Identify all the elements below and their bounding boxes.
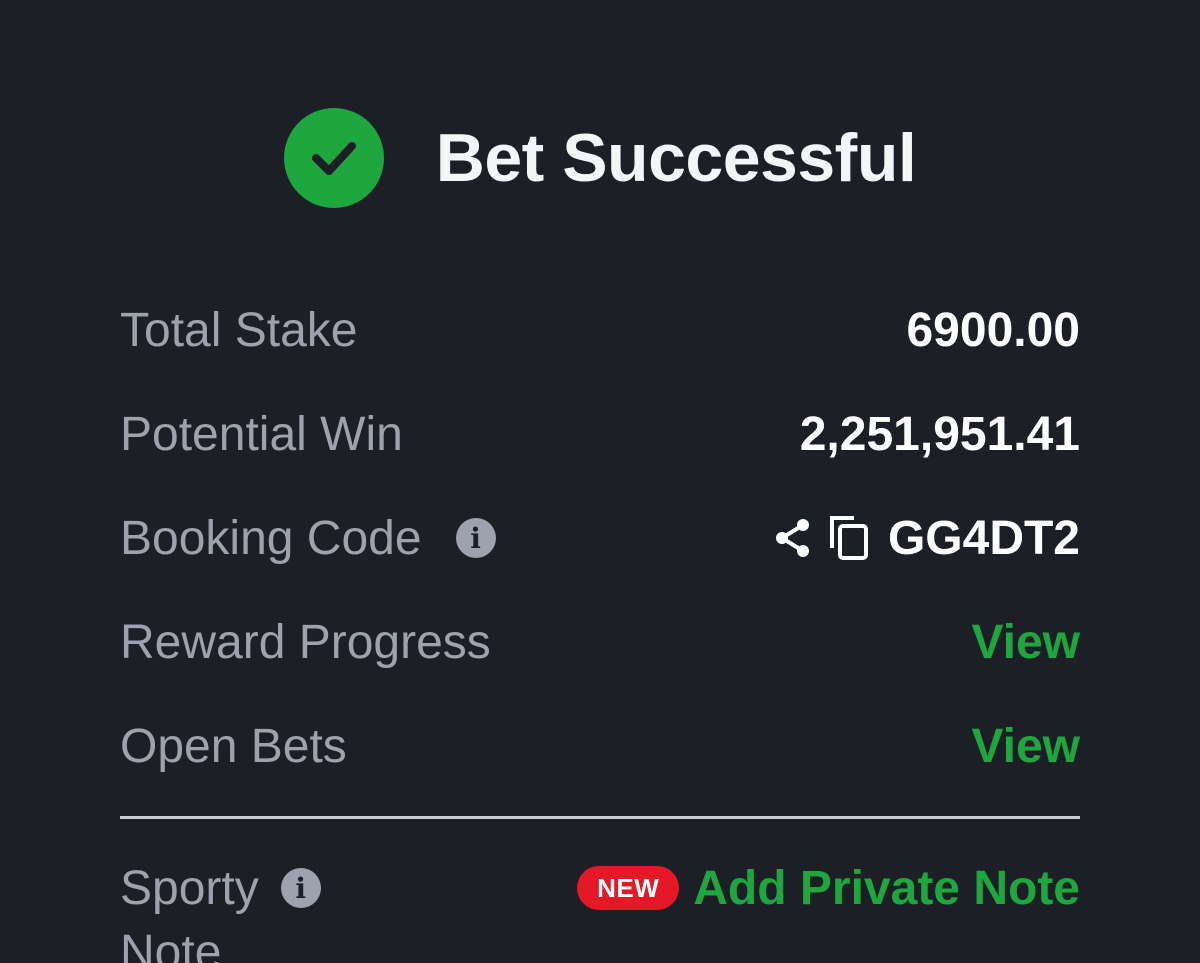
add-private-note-link[interactable]: Add Private Note: [693, 861, 1080, 916]
reward-progress-label: Reward Progress: [120, 615, 491, 669]
check-circle-icon: [283, 108, 384, 208]
potential-win-row: Potential Win 2,251,951.41: [120, 394, 1080, 474]
sporty-note-row: Sporty i NEW Add Private Note: [120, 848, 1080, 928]
total-stake-value: 6900.00: [906, 303, 1080, 357]
booking-code-row: Booking Code i GG4DT2: [120, 498, 1080, 578]
potential-win-value: 2,251,951.41: [799, 407, 1080, 461]
info-icon[interactable]: i: [280, 868, 321, 908]
reward-progress-row: Reward Progress View: [120, 602, 1080, 682]
info-icon[interactable]: i: [455, 518, 496, 558]
sporty-note-label-line2: Note: [120, 926, 222, 963]
total-stake-row: Total Stake 6900.00: [120, 290, 1080, 370]
open-bets-label: Open Bets: [120, 719, 347, 773]
copy-icon[interactable]: [828, 514, 870, 562]
divider: [120, 816, 1080, 819]
sporty-note-label: Sporty: [120, 861, 259, 915]
page-title: Bet Successful: [435, 120, 917, 196]
booking-code-label: Booking Code: [120, 511, 422, 565]
total-stake-label: Total Stake: [120, 303, 358, 357]
reward-progress-view-link[interactable]: View: [971, 615, 1080, 670]
new-badge: NEW: [577, 866, 680, 910]
potential-win-label: Potential Win: [120, 407, 403, 461]
open-bets-row: Open Bets View: [120, 706, 1080, 786]
bet-status-header: Bet Successful: [0, 100, 1200, 216]
open-bets-view-link[interactable]: View: [971, 719, 1080, 774]
share-icon[interactable]: [772, 517, 814, 559]
booking-code-value: GG4DT2: [887, 511, 1080, 565]
bet-confirmation-screen: Bet Successful Total Stake 6900.00 Poten…: [0, 0, 1200, 963]
